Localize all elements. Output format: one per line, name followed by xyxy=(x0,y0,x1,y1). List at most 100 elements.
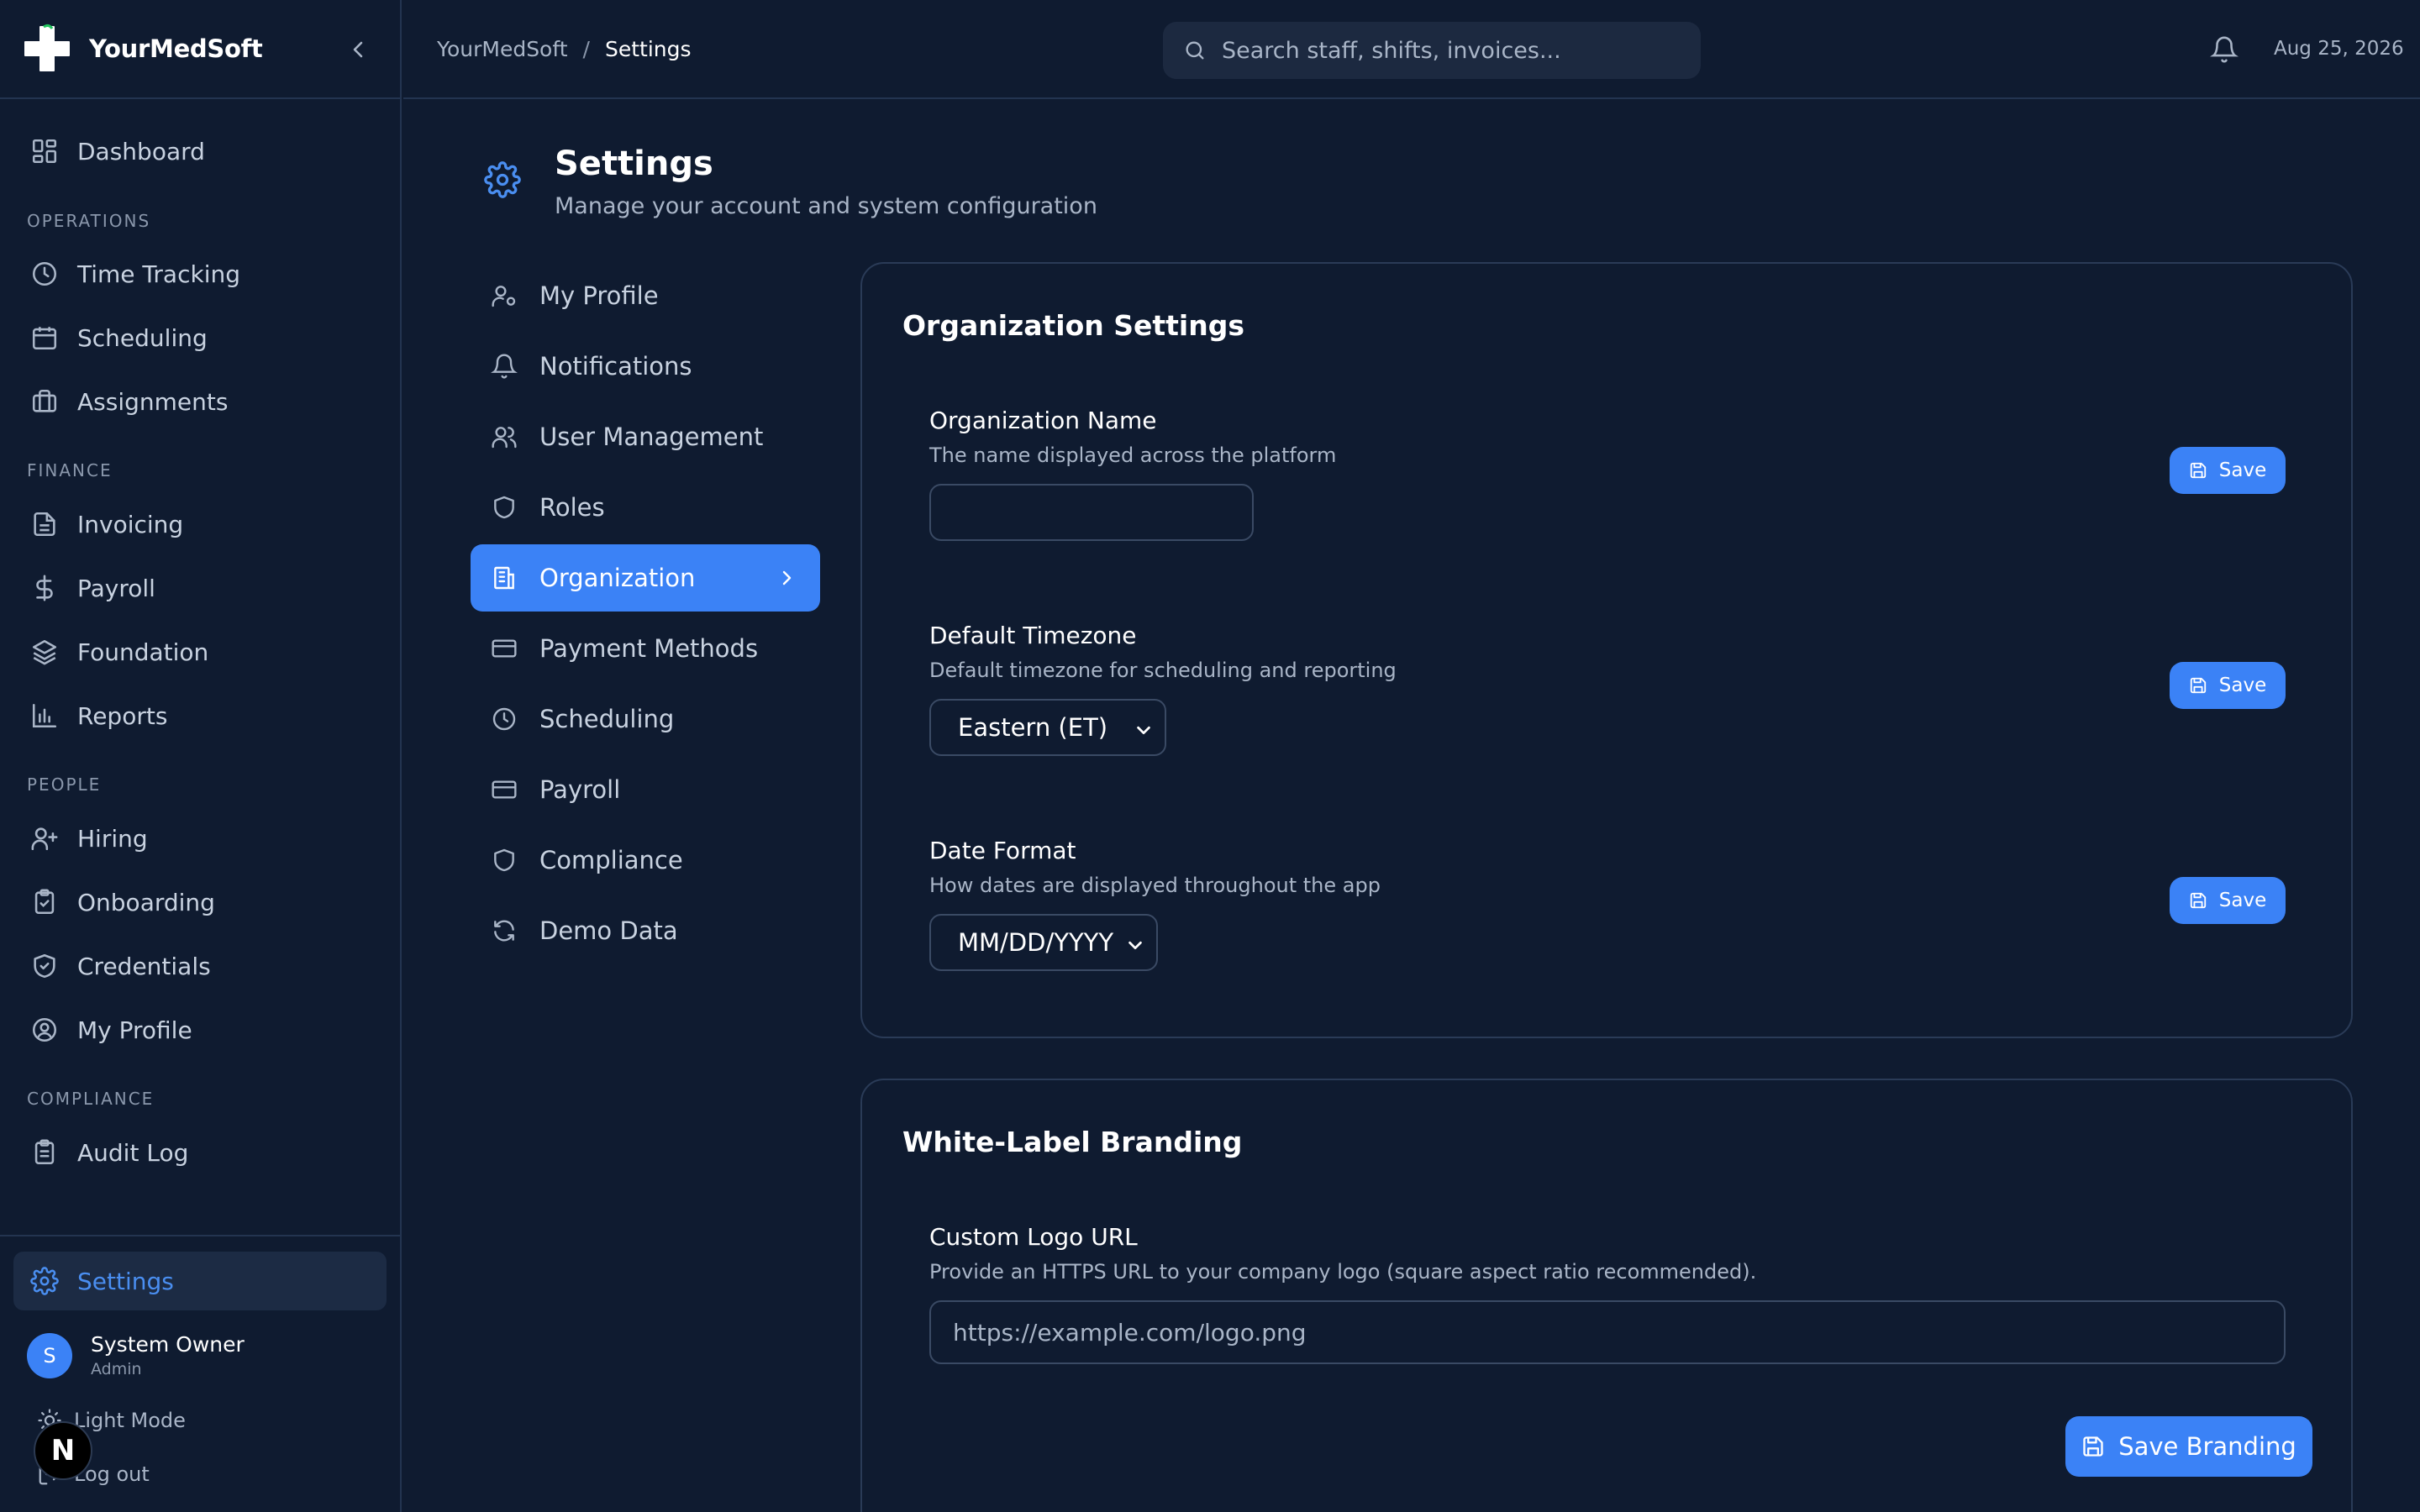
search-icon xyxy=(1186,41,1204,60)
timezone-value: Eastern (ET) xyxy=(958,713,1108,742)
sidebar-item-label: Settings xyxy=(77,1267,174,1295)
save-timezone-button[interactable]: Save xyxy=(2170,662,2286,709)
sidebar-divider xyxy=(0,1235,402,1236)
timezone-select[interactable]: Eastern (ET) xyxy=(929,699,1166,756)
settings-tab-notifications[interactable]: Notifications xyxy=(471,333,820,400)
sidebar-item-credentials[interactable]: Credentials xyxy=(13,941,387,991)
refresh-icon xyxy=(494,920,514,942)
collapse-sidebar-icon[interactable] xyxy=(346,36,370,63)
sidebar-item-audit-log[interactable]: Audit Log xyxy=(13,1127,387,1178)
breadcrumb-separator: / xyxy=(582,37,590,61)
light-mode-label: Light Mode xyxy=(74,1409,186,1432)
save-icon xyxy=(2190,677,2206,694)
shield-icon xyxy=(494,496,514,519)
sidebar-item-invoicing[interactable]: Invoicing xyxy=(13,499,387,549)
section-finance: FINANCE xyxy=(27,460,113,480)
settings-tab-scheduling[interactable]: Scheduling xyxy=(471,685,820,753)
credit-card-icon xyxy=(492,780,517,799)
settings-tab-payment-methods[interactable]: Payment Methods xyxy=(471,615,820,682)
breadcrumb-root[interactable]: YourMedSoft xyxy=(437,37,568,61)
page-subtitle: Manage your account and system configura… xyxy=(555,193,1097,219)
save-label: Save xyxy=(2218,675,2267,696)
section-operations: OPERATIONS xyxy=(27,211,151,231)
custom-logo-url-label: Custom Logo URL xyxy=(929,1223,1138,1251)
brand: YourMedSoft xyxy=(0,0,400,99)
sidebar-item-settings[interactable]: Settings xyxy=(13,1252,387,1310)
date-format-label: Date Format xyxy=(929,837,1076,864)
sidebar-item-onboarding[interactable]: Onboarding xyxy=(13,877,387,927)
dashboard-icon xyxy=(32,139,57,164)
section-people: PEOPLE xyxy=(27,774,102,795)
save-icon xyxy=(2083,1436,2103,1457)
date-format-help: How dates are displayed throughout the a… xyxy=(929,874,1381,897)
sidebar-item-label: Hiring xyxy=(77,824,148,853)
card-title: Organization Settings xyxy=(902,309,1245,342)
shield-check-icon xyxy=(34,953,55,979)
date-format-value: MM/DD/YYYY xyxy=(958,928,1114,957)
layers-icon xyxy=(32,639,57,665)
section-compliance: COMPLIANCE xyxy=(27,1089,155,1109)
sidebar-item-label: Invoicing xyxy=(77,510,184,538)
top-bar: YourMedSoft / Settings Aug 25, 2026 xyxy=(403,0,2420,99)
save-date-format-button[interactable]: Save xyxy=(2170,877,2286,924)
settings-tab-my-profile[interactable]: My Profile xyxy=(471,262,820,329)
sidebar-item-time-tracking[interactable]: Time Tracking xyxy=(13,249,387,299)
current-date: Aug 25, 2026 xyxy=(2274,38,2404,60)
custom-logo-url-help: Provide an HTTPS URL to your company log… xyxy=(929,1260,1757,1284)
settings-tab-compliance[interactable]: Compliance xyxy=(471,827,820,894)
search-bar[interactable] xyxy=(1163,22,1701,79)
settings-tab-label: Compliance xyxy=(539,846,683,874)
user-profile[interactable]: S System Owner Admin xyxy=(27,1332,245,1378)
clock-icon xyxy=(492,707,516,731)
save-branding-label: Save Branding xyxy=(2118,1432,2296,1461)
sidebar-item-my-profile[interactable]: My Profile xyxy=(13,1005,387,1055)
breadcrumb: YourMedSoft / Settings xyxy=(437,37,692,61)
settings-tab-payroll[interactable]: Payroll xyxy=(471,756,820,823)
settings-tab-label: Payment Methods xyxy=(539,634,759,663)
sidebar-item-label: My Profile xyxy=(77,1016,192,1044)
organization-name-input[interactable] xyxy=(929,484,1254,541)
card-title: White-Label Branding xyxy=(902,1126,1243,1158)
sidebar-item-label: Onboarding xyxy=(77,888,215,916)
search-input[interactable] xyxy=(1222,37,1692,64)
sidebar-item-label: Foundation xyxy=(77,638,209,666)
sidebar-item-scheduling[interactable]: Scheduling xyxy=(13,312,387,363)
settings-tab-label: Scheduling xyxy=(539,705,675,733)
user-role: Admin xyxy=(91,1360,142,1378)
sidebar-item-label: Audit Log xyxy=(77,1138,189,1167)
breadcrumb-current: Settings xyxy=(604,37,692,61)
settings-tab-roles[interactable]: Roles xyxy=(471,474,820,541)
sidebar: YourMedSoft Dashboard OPERATIONS Time Tr… xyxy=(0,0,402,1512)
date-format-select[interactable]: MM/DD/YYYY xyxy=(929,914,1158,971)
settings-tab-demo-data[interactable]: Demo Data xyxy=(471,897,820,964)
chevron-down-icon xyxy=(1128,941,1142,950)
sidebar-item-payroll[interactable]: Payroll xyxy=(13,563,387,613)
dev-tools-badge[interactable]: N xyxy=(34,1421,92,1480)
dollar-icon xyxy=(36,575,53,601)
settings-tab-organization[interactable]: Organization xyxy=(471,544,820,612)
notifications-bell-icon[interactable] xyxy=(2210,35,2238,64)
clipboard-check-icon xyxy=(34,889,55,915)
shield-icon xyxy=(494,848,514,872)
save-icon xyxy=(2190,462,2206,479)
sidebar-item-hiring[interactable]: Hiring xyxy=(13,813,387,864)
sidebar-item-foundation[interactable]: Foundation xyxy=(13,627,387,677)
settings-tab-label: Payroll xyxy=(539,775,621,804)
save-branding-button[interactable]: Save Branding xyxy=(2065,1416,2312,1477)
sidebar-item-label: Reports xyxy=(77,701,168,730)
sidebar-item-label: Time Tracking xyxy=(77,260,240,288)
bar-chart-icon xyxy=(32,703,57,728)
users-icon xyxy=(492,427,517,449)
save-organization-name-button[interactable]: Save xyxy=(2170,447,2286,494)
settings-tab-user-management[interactable]: User Management xyxy=(471,403,820,470)
app-name: YourMedSoft xyxy=(89,34,263,63)
user-name: System Owner xyxy=(91,1332,245,1357)
organization-name-help: The name displayed across the platform xyxy=(929,444,1337,467)
sidebar-item-dashboard[interactable]: Dashboard xyxy=(13,126,387,176)
settings-gear-icon xyxy=(484,161,521,198)
sidebar-item-reports[interactable]: Reports xyxy=(13,690,387,741)
clipboard-list-icon xyxy=(34,1139,55,1165)
custom-logo-url-input[interactable] xyxy=(929,1300,2286,1364)
organization-name-label: Organization Name xyxy=(929,407,1157,434)
sidebar-item-assignments[interactable]: Assignments xyxy=(13,376,387,427)
